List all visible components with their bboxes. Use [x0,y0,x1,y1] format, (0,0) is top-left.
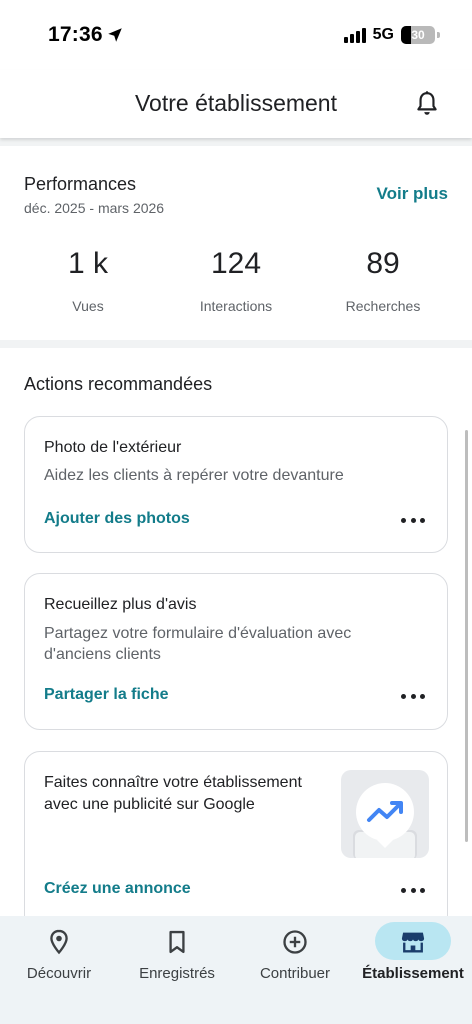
stat-label: Vues [72,298,104,314]
status-indicators: 5G 30 [343,24,440,46]
performance-section: Performances déc. 2025 - mars 2026 Voir … [0,146,472,340]
add-photos-link[interactable]: Ajouter des photos [44,510,190,528]
nav-item-saved[interactable]: Enregistrés [118,916,236,1016]
signal-icon [343,27,366,43]
nav-label: Contribuer [259,965,331,982]
stat-value: 124 [210,247,262,280]
storefront-icon [401,932,425,953]
recommended-actions-section: Actions recommandées Photo de l'extérieu… [0,348,472,931]
action-card-reviews[interactable]: Recueillez plus d'avis Partagez votre fo… [24,573,448,730]
stat-interactions[interactable]: 124 Interactions [161,246,311,314]
section-divider [0,138,472,146]
nav-label: Enregistrés [139,965,215,982]
stat-value: 1 k [67,247,109,280]
stat-views[interactable]: 1 k Vues [13,246,163,314]
card-title: Faites connaître votre établissement ave… [44,774,302,813]
stat-label: Interactions [199,298,273,314]
more-options-icon[interactable] [401,886,425,894]
see-more-link[interactable]: Voir plus [377,184,448,204]
card-description: Partagez votre formulaire d'évaluation a… [44,625,352,663]
action-card-advertise[interactable]: Faites connaître votre établissement ave… [24,751,448,931]
nav-item-contribute[interactable]: Contribuer [236,916,354,1016]
stat-value: 89 [366,247,400,280]
section-divider [0,340,472,348]
stat-label: Recherches [345,298,421,314]
card-title: Photo de l'extérieur [44,439,182,456]
network-type: 5G [372,26,394,43]
add-circle-icon [283,930,307,954]
action-card-exterior-photo[interactable]: Photo de l'extérieur Aidez les clients à… [24,416,448,553]
performance-period: déc. 2025 - mars 2026 [24,200,165,216]
page-title: Votre établissement [134,90,337,116]
battery-icon: 30 [401,26,435,44]
location-pin-icon [50,929,68,955]
bell-icon[interactable] [414,90,440,118]
app-header: Votre établissement [0,70,472,138]
nav-label: Établissement [362,965,464,982]
performance-title: Performances [24,174,137,194]
more-options-icon[interactable] [401,692,425,700]
stat-searches[interactable]: 89 Recherches [308,246,458,314]
status-bar: 17:36 5G 30 [0,0,472,70]
create-ad-link[interactable]: Créez une annonce [44,880,191,898]
card-description: Aidez les clients à repérer votre devant… [44,467,344,484]
bottom-navigation: Découvrir Enregistrés Contribuer Établis… [0,916,472,1024]
nav-item-business[interactable]: Établissement [354,916,472,1016]
promo-illustration [341,770,429,858]
battery-tip [437,32,440,38]
bookmark-icon [169,930,185,954]
nav-label: Découvrir [26,965,92,982]
share-listing-link[interactable]: Partager la fiche [44,686,169,704]
card-title: Recueillez plus d'avis [44,596,197,613]
trending-up-icon [353,783,417,858]
recommended-actions-title: Actions recommandées [24,374,213,394]
more-options-icon[interactable] [401,516,425,524]
nav-item-discover[interactable]: Découvrir [0,916,118,1016]
location-arrow-icon [108,28,122,42]
status-time: 17:36 [48,23,103,46]
battery-percent: 30 [411,28,425,42]
scrollbar[interactable] [465,430,468,842]
